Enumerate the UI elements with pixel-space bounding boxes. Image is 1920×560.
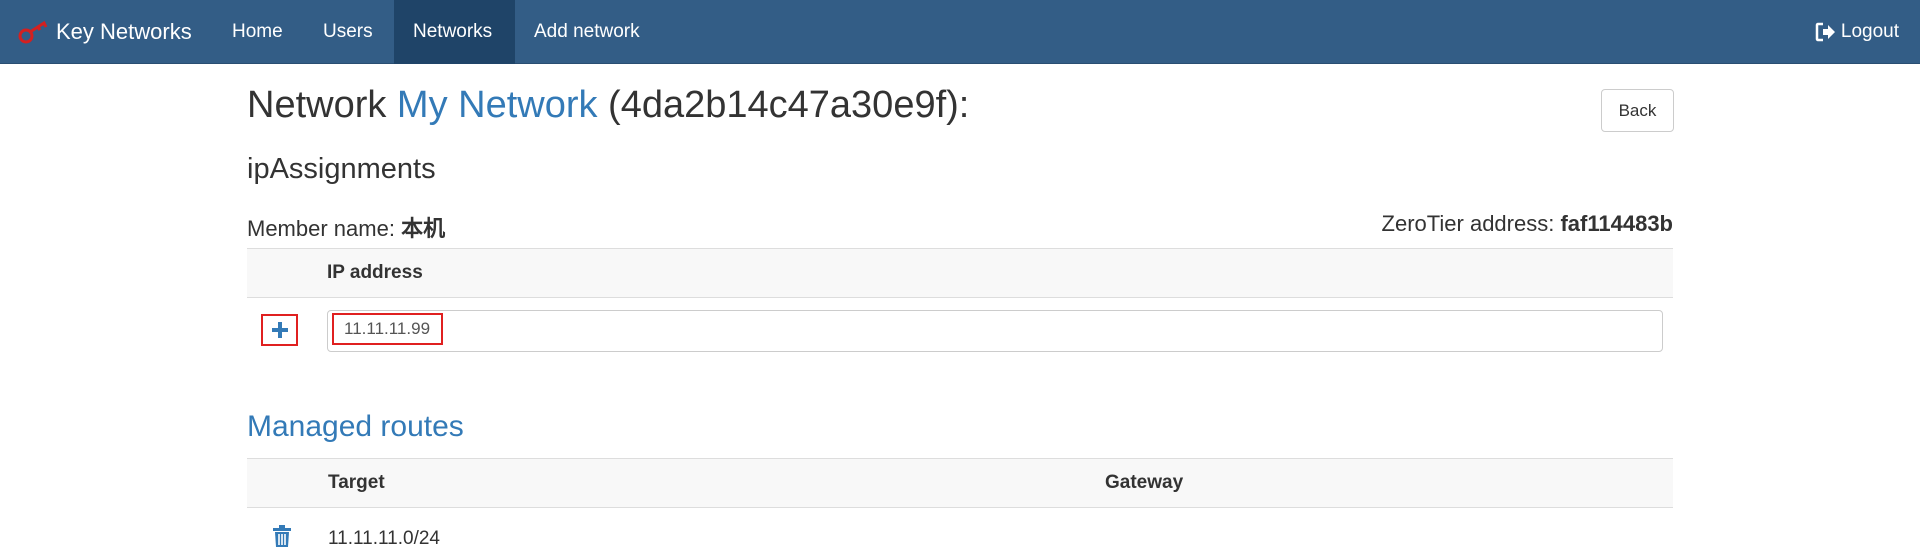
nav-users-label: Users: [323, 21, 373, 42]
member-label: Member name:: [247, 216, 402, 241]
zerotier-address-line: ZeroTier address: faf114483b: [1382, 211, 1673, 237]
ip-address-input[interactable]: [327, 310, 1663, 352]
logout-icon: [1815, 22, 1835, 42]
plus-icon: [271, 322, 288, 338]
logout-link[interactable]: Logout: [1815, 0, 1899, 64]
key-icon: [18, 20, 48, 44]
nav-networks[interactable]: Networks: [394, 0, 515, 64]
logout-label: Logout: [1840, 21, 1899, 42]
nav-home-label: Home: [232, 21, 283, 42]
nav-users[interactable]: Users: [304, 0, 392, 64]
routes-table-header: Target Gateway: [247, 458, 1673, 508]
route-target: 11.11.11.0/24: [328, 528, 440, 549]
add-ip-button[interactable]: [261, 314, 298, 346]
network-id: (4da2b14c47a30e9f):: [597, 84, 970, 126]
nav-add-network[interactable]: Add network: [515, 0, 659, 64]
ip-assignments-heading: ipAssignments: [247, 153, 436, 185]
navbar: Key Networks Home Users Networks Add net…: [0, 0, 1920, 64]
member-name: 本机: [401, 216, 446, 241]
trash-icon: [273, 525, 291, 547]
column-target: Target: [328, 472, 385, 493]
title-prefix: Network: [247, 84, 397, 126]
delete-route-button[interactable]: [273, 525, 291, 552]
brand-link[interactable]: Key Networks: [18, 0, 192, 64]
managed-routes-heading[interactable]: Managed routes: [247, 410, 464, 444]
ip-table-header: IP address: [247, 248, 1673, 298]
back-button[interactable]: Back: [1601, 89, 1674, 132]
brand-label: Key Networks: [56, 19, 192, 44]
zerotier-address: faf114483b: [1560, 211, 1673, 236]
network-name-link[interactable]: My Network: [397, 84, 598, 126]
nav-home[interactable]: Home: [213, 0, 302, 64]
nav-add-network-label: Add network: [534, 21, 640, 42]
nav-networks-label: Networks: [413, 21, 493, 42]
column-gateway: Gateway: [1105, 472, 1184, 493]
page-title: Network My Network (4da2b14c47a30e9f):: [247, 84, 969, 127]
column-ip-address: IP address: [327, 262, 423, 283]
member-name-line: Member name: 本机: [247, 211, 445, 243]
zerotier-label: ZeroTier address:: [1381, 211, 1561, 236]
ip-address-value[interactable]: 11.11.11.99: [332, 313, 443, 345]
